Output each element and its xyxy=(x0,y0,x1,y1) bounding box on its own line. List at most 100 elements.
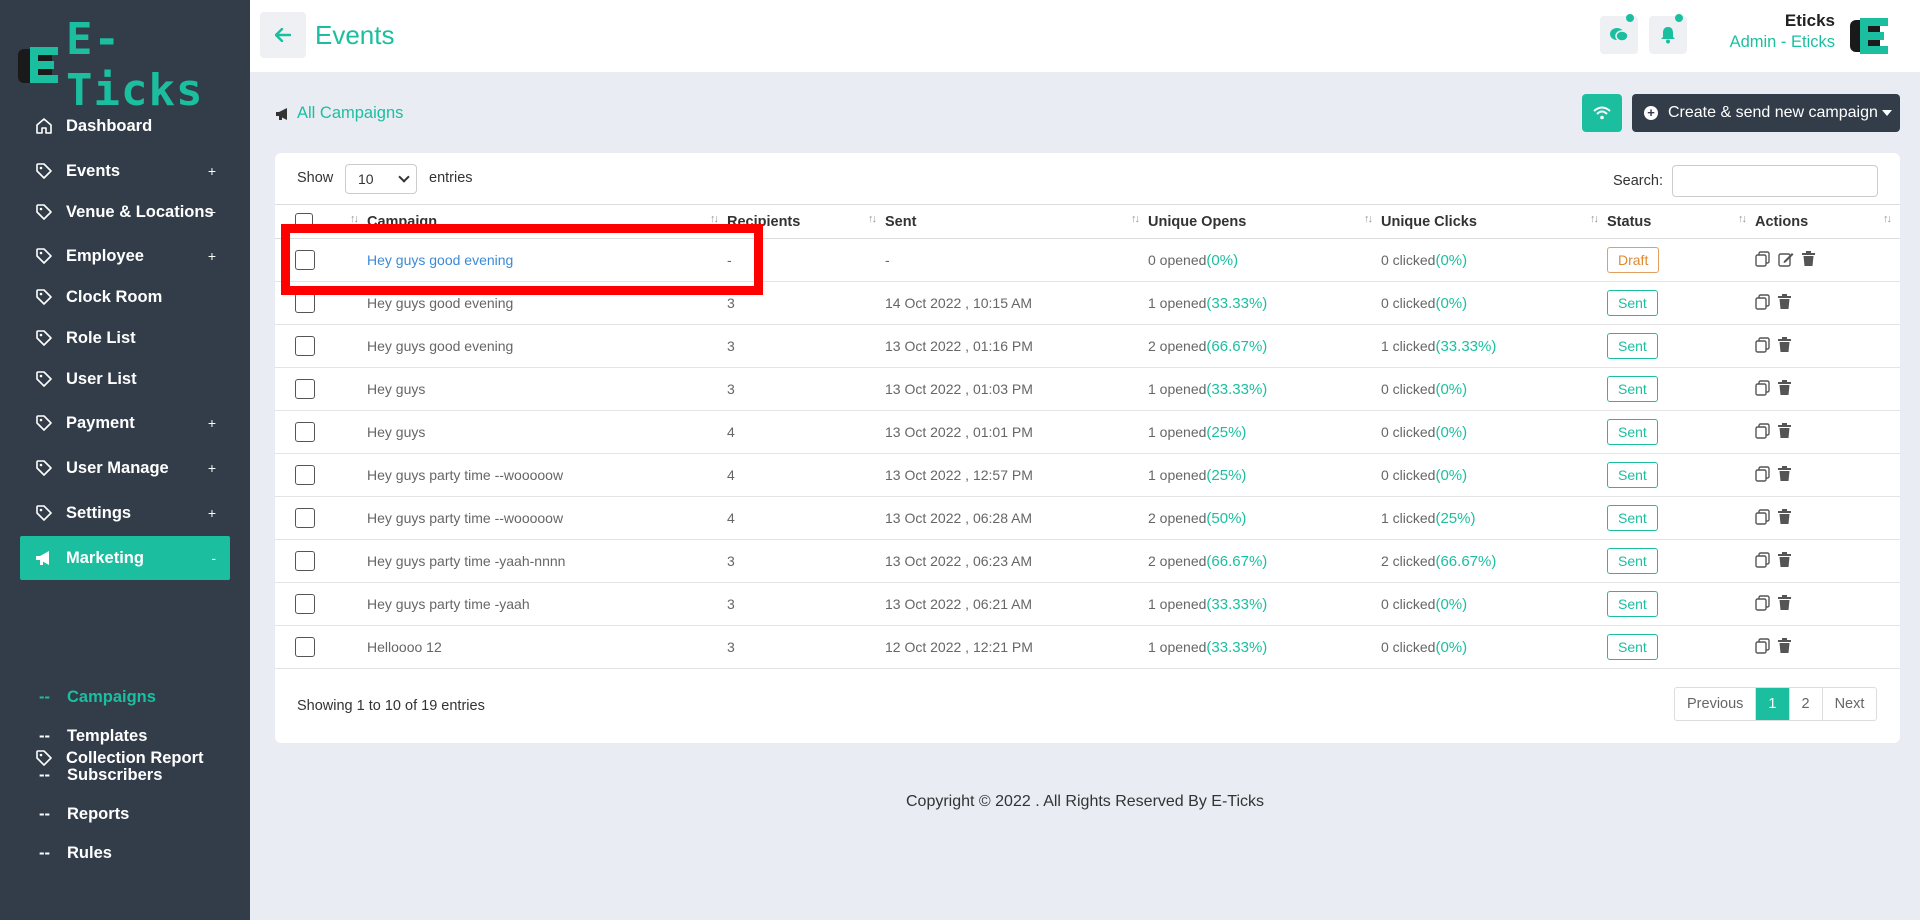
logo-mark-icon xyxy=(16,41,68,89)
user-name[interactable]: Eticks xyxy=(1785,11,1835,31)
campaign-name[interactable]: Hey guys good evening xyxy=(367,252,513,268)
row-checkbox[interactable] xyxy=(295,551,315,571)
clicks-cell: 0 clicked(0%) xyxy=(1381,410,1607,454)
sidebar-item-user-manage[interactable]: User Manage + xyxy=(20,446,230,490)
campaign-cell: Hey guys good evening xyxy=(367,281,727,325)
trash-icon[interactable] xyxy=(1802,251,1815,269)
status-cell: Sent xyxy=(1607,453,1755,497)
campaign-cell: Hey guys good evening xyxy=(367,324,727,368)
column-header[interactable]: Recipients ↑↓ xyxy=(727,204,885,239)
trash-icon[interactable] xyxy=(1778,380,1791,398)
page-2-button[interactable]: 2 xyxy=(1790,688,1823,720)
sidebar-item-marketing[interactable]: Marketing - xyxy=(20,536,230,580)
back-button[interactable] xyxy=(260,12,306,58)
trash-icon[interactable] xyxy=(1778,294,1791,312)
copy-icon[interactable] xyxy=(1755,422,1770,442)
create-campaign-button[interactable]: + Create & send new campaign xyxy=(1632,94,1900,132)
status-badge[interactable]: Draft xyxy=(1607,247,1660,273)
column-header[interactable]: Campaign ↑↓ xyxy=(367,204,727,239)
page-1-button[interactable]: 1 xyxy=(1756,688,1790,720)
sidebar-subitem-subscribers[interactable]: -- Subscribers xyxy=(39,766,162,785)
column-header[interactable]: Sent ↑↓ xyxy=(885,204,1148,239)
select-all-checkbox[interactable] xyxy=(295,212,313,231)
status-badge[interactable]: Sent xyxy=(1607,419,1658,445)
row-checkbox[interactable] xyxy=(295,379,315,399)
status-badge[interactable]: Sent xyxy=(1607,333,1658,359)
sidebar-subitem-rules[interactable]: -- Rules xyxy=(39,844,112,863)
broadcast-button[interactable] xyxy=(1582,94,1622,132)
chat-button[interactable] xyxy=(1600,14,1638,54)
sort-icon: ↑↓ xyxy=(1131,213,1140,225)
row-checkbox[interactable] xyxy=(295,594,315,614)
search-input[interactable] xyxy=(1672,165,1878,197)
sort-icon: ↑↓ xyxy=(868,213,877,225)
trash-icon[interactable] xyxy=(1778,638,1791,656)
row-checkbox[interactable] xyxy=(295,336,315,356)
avatar[interactable] xyxy=(1848,16,1892,56)
copy-icon[interactable] xyxy=(1755,508,1770,528)
notifications-button[interactable] xyxy=(1649,14,1687,54)
sidebar-item-payment[interactable]: Payment + xyxy=(20,401,230,445)
column-header[interactable]: Unique Opens ↑↓ xyxy=(1148,204,1381,239)
sidebar-item-dashboard[interactable]: Dashboard xyxy=(20,104,230,148)
column-header[interactable]: Status ↑↓ xyxy=(1607,204,1755,239)
row-checkbox[interactable] xyxy=(295,508,315,528)
status-cell: Sent xyxy=(1607,281,1755,325)
row-checkbox[interactable] xyxy=(295,422,315,442)
opens-percent: (33.33%) xyxy=(1206,380,1268,398)
trash-icon[interactable] xyxy=(1778,595,1791,613)
table-row: Hey guys party time -yaah 3 13 Oct 2022 , … xyxy=(275,582,1900,626)
trash-icon[interactable] xyxy=(1778,466,1791,484)
sidebar-item-employee[interactable]: Employee + xyxy=(20,234,230,278)
row-checkbox[interactable] xyxy=(295,250,315,270)
sidebar-item-venue-locations[interactable]: Venue & Locations + xyxy=(20,190,230,234)
trash-icon[interactable] xyxy=(1778,337,1791,355)
copy-icon[interactable] xyxy=(1755,594,1770,614)
row-checkbox[interactable] xyxy=(295,293,315,313)
status-badge[interactable]: Sent xyxy=(1607,548,1658,574)
trash-icon[interactable] xyxy=(1778,552,1791,570)
select-all-header[interactable]: ↑↓ xyxy=(275,204,367,239)
trash-icon[interactable] xyxy=(1778,509,1791,527)
logo[interactable]: E-Ticks xyxy=(16,14,250,116)
row-checkbox[interactable] xyxy=(295,637,315,657)
sidebar-item-user-list[interactable]: User List xyxy=(20,357,230,401)
clicks-cell: 1 clicked(33.33%) xyxy=(1381,324,1607,368)
copy-icon[interactable] xyxy=(1755,250,1770,270)
sidebar-item-settings[interactable]: Settings + xyxy=(20,491,230,535)
status-badge[interactable]: Sent xyxy=(1607,505,1658,531)
row-checkbox[interactable] xyxy=(295,465,315,485)
sidebar-subitem-reports[interactable]: -- Reports xyxy=(39,805,129,824)
user-role[interactable]: Admin - Eticks xyxy=(1730,33,1835,52)
copy-icon[interactable] xyxy=(1755,637,1770,657)
campaign-cell: Hey guys xyxy=(367,367,727,411)
status-badge[interactable]: Sent xyxy=(1607,462,1658,488)
copy-icon[interactable] xyxy=(1755,465,1770,485)
caret-down-icon[interactable] xyxy=(1882,110,1892,116)
status-badge[interactable]: Sent xyxy=(1607,376,1658,402)
status-badge[interactable]: Sent xyxy=(1607,591,1658,617)
edit-icon[interactable] xyxy=(1778,251,1794,270)
status-badge[interactable]: Sent xyxy=(1607,634,1658,660)
previous-button[interactable]: Previous xyxy=(1675,688,1757,720)
sort-icon[interactable]: ↑↓ xyxy=(350,213,359,225)
column-header[interactable]: Unique Clicks ↑↓ xyxy=(1381,204,1607,239)
sidebar-subitem-campaigns[interactable]: -- Campaigns xyxy=(39,688,156,707)
sidebar-subitem-templates[interactable]: -- Templates xyxy=(39,727,147,746)
sidebar-item-role-list[interactable]: Role List xyxy=(20,316,230,360)
trash-icon[interactable] xyxy=(1778,423,1791,441)
next-button[interactable]: Next xyxy=(1823,688,1877,720)
copy-icon[interactable] xyxy=(1755,336,1770,356)
sidebar-item-events[interactable]: Events + xyxy=(20,149,230,193)
sidebar-item-clock-room[interactable]: Clock Room xyxy=(20,275,230,319)
status-badge[interactable]: Sent xyxy=(1607,290,1658,316)
column-label: Campaign xyxy=(367,213,438,230)
subitem-dash: -- xyxy=(39,727,50,745)
all-campaigns-link[interactable]: All Campaigns xyxy=(275,104,403,123)
column-header[interactable]: Actions ↑↓ xyxy=(1755,204,1900,239)
copy-icon[interactable] xyxy=(1755,293,1770,313)
copy-icon[interactable] xyxy=(1755,551,1770,571)
page-size-select[interactable]: 10 xyxy=(345,164,417,194)
clicks-count: 0 clicked xyxy=(1381,638,1436,655)
copy-icon[interactable] xyxy=(1755,379,1770,399)
